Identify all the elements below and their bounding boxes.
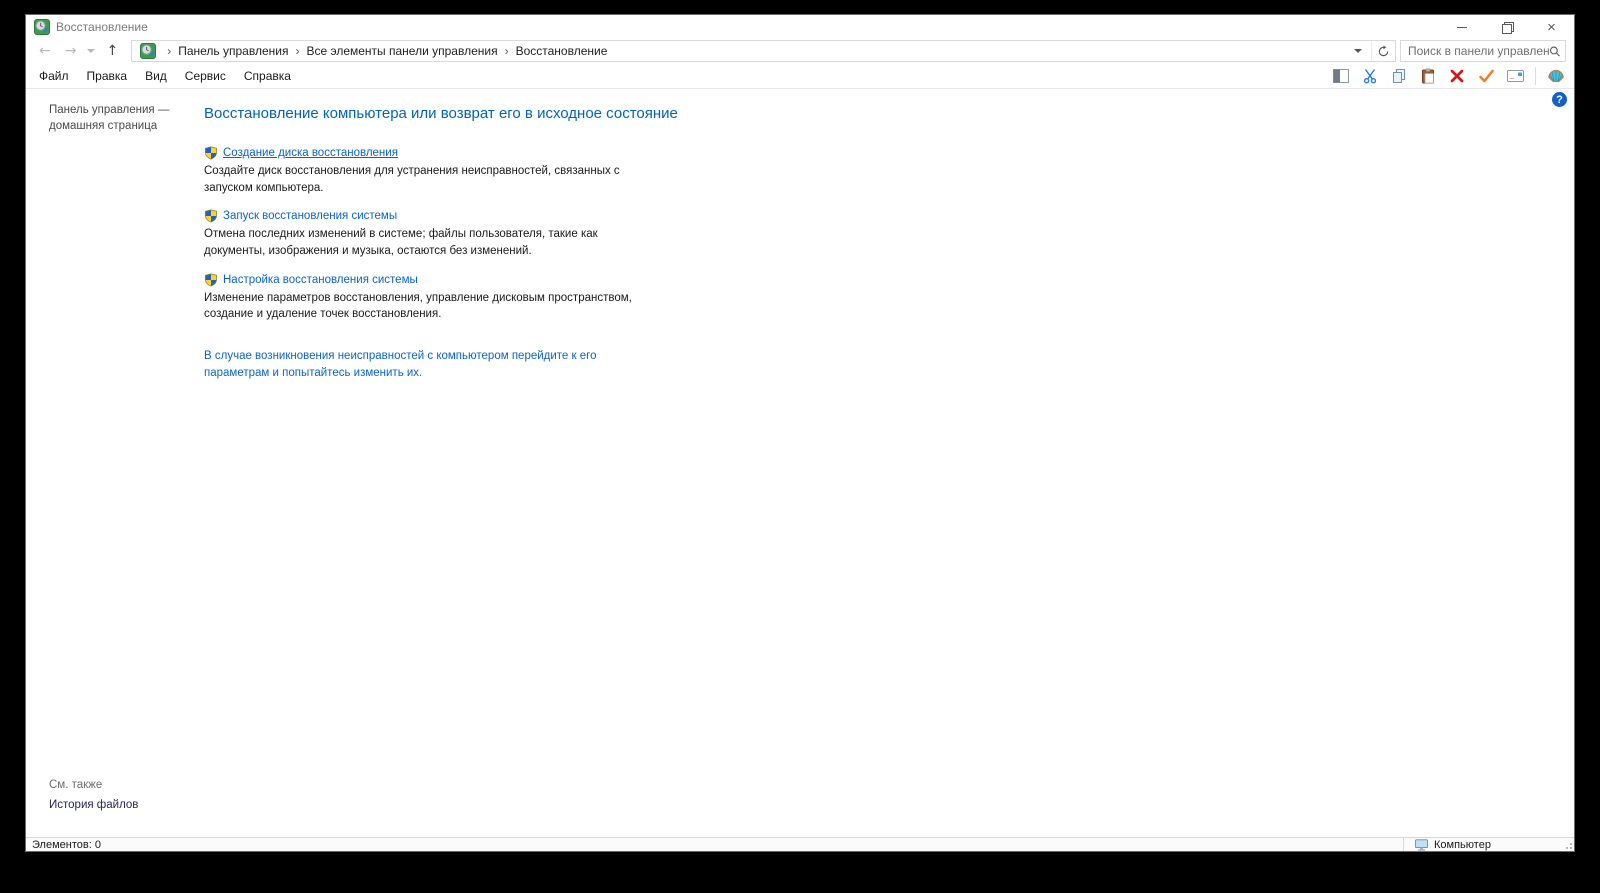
see-also-section: См. также История файлов	[49, 779, 198, 811]
copy-icon	[1393, 68, 1405, 83]
shell-icon	[1548, 69, 1564, 82]
details-pane-button[interactable]	[1332, 67, 1350, 85]
sidebar-item-control-panel-home[interactable]: Панель управления — домашняя страница	[49, 102, 198, 134]
task-configure-system-restore: Настройка восстановления системы Изменен…	[204, 273, 1574, 323]
open-system-restore-link[interactable]: Запуск восстановления системы	[223, 210, 397, 222]
title-bar: Восстановление ×	[26, 15, 1574, 39]
task-description: Создайте диск восстановления для устране…	[204, 165, 620, 194]
restore-button[interactable]	[1484, 15, 1529, 39]
see-also-header: См. также	[49, 779, 103, 791]
task-description: Отмена последних изменений в системе; фа…	[204, 228, 598, 258]
restore-icon	[1501, 22, 1514, 34]
shell-button[interactable]	[1547, 67, 1565, 85]
menu-bar: Файл Правка Вид Сервис Справка	[26, 63, 1574, 89]
help-button[interactable]: ?	[1552, 92, 1567, 107]
forward-button[interactable]: →	[58, 44, 84, 58]
status-bar: Элементов: 0 Компьютер	[26, 837, 1574, 851]
troubleshoot-note-link[interactable]: В случае возникновения неисправностей с …	[204, 348, 656, 381]
delete-button[interactable]	[1448, 67, 1466, 85]
search-input[interactable]	[1408, 44, 1550, 58]
address-row: ← → ↑ › Панель управления › Все элементы…	[26, 39, 1574, 63]
breadcrumb-recovery[interactable]: Восстановление	[516, 44, 608, 58]
uac-shield-icon	[204, 146, 218, 160]
menu-view[interactable]: Вид	[136, 69, 176, 83]
delete-icon	[1450, 69, 1464, 82]
up-button[interactable]: ↑	[99, 44, 125, 58]
check-icon	[1478, 69, 1494, 82]
address-bar[interactable]: › Панель управления › Все элементы панел…	[131, 40, 1396, 62]
uac-shield-icon	[204, 273, 218, 287]
properties-button[interactable]	[1506, 67, 1524, 85]
window-title: Восстановление	[56, 20, 148, 34]
menu-file[interactable]: Файл	[30, 69, 78, 83]
resize-grip[interactable]	[1562, 839, 1574, 851]
location-icon	[140, 43, 156, 59]
breadcrumb-separator: ›	[295, 44, 300, 58]
task-description: Изменение параметров восстановления, упр…	[204, 291, 632, 321]
menu-edit[interactable]: Правка	[78, 69, 137, 83]
search-icon[interactable]	[1549, 45, 1561, 58]
breadcrumb-all-items[interactable]: Все элементы панели управления	[306, 44, 497, 58]
task-open-system-restore: Запуск восстановления системы Отмена пос…	[204, 209, 1574, 259]
breadcrumb-control-panel[interactable]: Панель управления	[178, 44, 288, 58]
check-button[interactable]	[1477, 67, 1495, 85]
app-icon	[34, 19, 50, 35]
menu-help[interactable]: Справка	[235, 69, 300, 83]
recovery-window: Восстановление × ← → ↑ › Панель управлен…	[25, 14, 1575, 852]
content-area: ? Панель управления — домашняя страница …	[26, 89, 1574, 837]
toolbar-separator	[1535, 66, 1536, 85]
breadcrumb-separator: ›	[167, 44, 172, 58]
minimize-icon	[1456, 26, 1467, 28]
sidebar-item-file-history[interactable]: История файлов	[49, 799, 198, 811]
cut-button[interactable]	[1361, 67, 1379, 85]
page-title: Восстановление компьютера или возврат ег…	[204, 105, 678, 122]
search-box	[1400, 40, 1566, 62]
computer-icon	[1415, 838, 1428, 851]
sidebar: Панель управления — домашняя страница См…	[26, 89, 204, 837]
cut-icon	[1363, 68, 1377, 83]
configure-system-restore-link[interactable]: Настройка восстановления системы	[223, 274, 418, 286]
computer-label: Компьютер	[1434, 838, 1491, 851]
refresh-icon	[1378, 44, 1389, 56]
breadcrumb-separator: ›	[504, 44, 509, 58]
toolbar	[1332, 66, 1574, 85]
task-create-recovery-drive: Создание диска восстановления Создайте д…	[204, 146, 1574, 196]
copy-button[interactable]	[1390, 67, 1408, 85]
main-pane: Восстановление компьютера или возврат ег…	[204, 89, 1574, 837]
paste-icon	[1422, 68, 1434, 83]
menu-tools[interactable]: Сервис	[176, 69, 235, 83]
computer-status: Компьютер	[1404, 838, 1574, 851]
refresh-button[interactable]	[1371, 41, 1395, 61]
items-count: Элементов: 0	[32, 838, 101, 851]
paste-button[interactable]	[1419, 67, 1437, 85]
create-recovery-drive-link[interactable]: Создание диска восстановления	[223, 147, 398, 159]
minimize-button[interactable]	[1439, 15, 1484, 39]
back-button[interactable]: ←	[32, 44, 58, 58]
properties-icon	[1506, 69, 1524, 82]
recent-pages-chevron-icon[interactable]	[87, 49, 96, 53]
details-pane-icon	[1333, 68, 1349, 83]
uac-shield-icon	[204, 209, 218, 223]
close-icon: ×	[1547, 18, 1556, 36]
close-button[interactable]: ×	[1529, 15, 1574, 39]
address-dropdown-icon[interactable]	[1354, 49, 1362, 53]
